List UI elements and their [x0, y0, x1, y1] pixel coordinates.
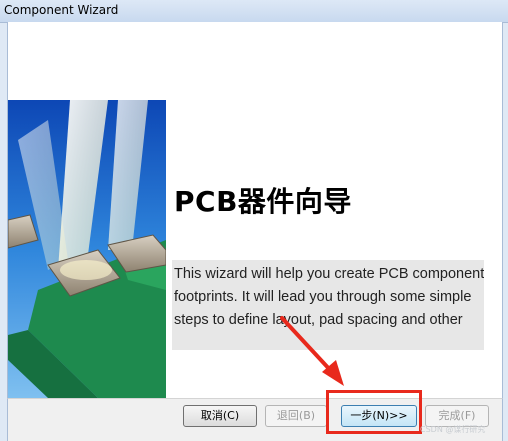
watermark: CSDN @谋行研究 [420, 425, 486, 434]
annotation-arrow-icon [280, 316, 344, 386]
annotation-highlight-box [326, 390, 422, 434]
